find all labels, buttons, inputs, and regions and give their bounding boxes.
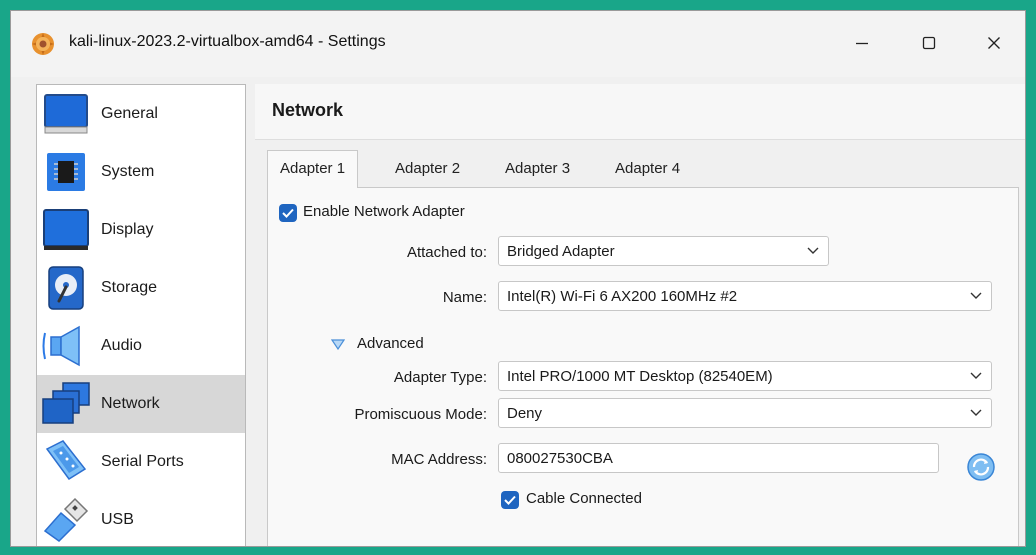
generate-mac-button[interactable] (966, 452, 996, 482)
cable-connected-checkbox[interactable] (501, 491, 519, 509)
general-icon (44, 94, 88, 134)
serial-port-icon (45, 440, 87, 481)
monitor-icon (43, 209, 89, 250)
tab-adapter-4[interactable]: Adapter 4 (603, 154, 692, 186)
close-icon (988, 37, 1000, 49)
virtualbox-app-icon (32, 33, 54, 55)
sidebar-item-label: Display (101, 221, 154, 238)
sidebar-item-storage[interactable]: Storage (37, 259, 245, 317)
chevron-down-icon (970, 372, 982, 379)
name-label: Name: (442, 289, 487, 306)
page-header: Network (255, 84, 1025, 140)
advanced-toggle[interactable]: Advanced (331, 333, 441, 357)
maximize-icon (922, 36, 936, 50)
sidebar-item-system[interactable]: System (37, 143, 245, 201)
sidebar-item-label: Audio (101, 337, 142, 354)
sidebar-item-label: Network (101, 395, 160, 412)
adapter-type-select[interactable]: Intel PRO/1000 MT Desktop (82540EM) (498, 361, 992, 391)
speaker-icon (42, 325, 80, 367)
checkmark-icon (504, 495, 516, 505)
promiscuous-mode-select[interactable]: Deny (498, 398, 992, 428)
adapter-name-select[interactable]: Intel(R) Wi-Fi 6 AX200 160MHz #2 (498, 281, 992, 311)
mac-address-label: MAC Address: (391, 451, 487, 468)
promiscuous-mode-value: Deny (507, 405, 543, 422)
settings-sidebar: General System Display Storage Audio Net… (36, 84, 246, 546)
chevron-down-icon (807, 247, 819, 254)
chevron-down-icon (970, 409, 982, 416)
adapter-type-value: Intel PRO/1000 MT Desktop (82540EM) (507, 368, 773, 385)
sidebar-item-display[interactable]: Display (37, 201, 245, 259)
close-button[interactable] (966, 21, 1022, 65)
chevron-down-icon (970, 292, 982, 299)
mac-address-value: 080027530CBA (507, 450, 613, 467)
minimize-button[interactable] (834, 21, 890, 65)
usb-icon (43, 497, 89, 542)
sidebar-item-label: Storage (101, 279, 158, 296)
maximize-button[interactable] (901, 21, 957, 65)
page-title: Network (272, 100, 344, 120)
attached-to-value: Bridged Adapter (507, 243, 615, 260)
sidebar-item-label: General (101, 105, 158, 122)
chip-icon (47, 153, 85, 191)
attached-to-select[interactable]: Bridged Adapter (498, 236, 829, 266)
tab-adapter-1[interactable]: Adapter 1 (267, 150, 359, 188)
sidebar-item-serial-ports[interactable]: Serial Ports (37, 433, 245, 491)
sidebar-item-label: USB (101, 511, 134, 528)
window-title: kali-linux-2023.2-virtualbox-amd64 - Set… (69, 33, 386, 50)
sidebar-item-label: Serial Ports (101, 453, 184, 470)
adapter-name-value: Intel(R) Wi-Fi 6 AX200 160MHz #2 (507, 288, 738, 305)
promiscuous-mode-label: Promiscuous Mode: (354, 406, 487, 423)
enable-network-adapter-checkbox[interactable] (279, 204, 297, 222)
sidebar-item-label: System (101, 163, 155, 180)
sidebar-item-general[interactable]: General (37, 85, 245, 143)
advanced-label: Advanced (357, 335, 424, 352)
expand-triangle-icon (331, 339, 345, 350)
adapter-tabbar: Adapter 1 Adapter 2 Adapter 3 Adapter 4 (255, 148, 1025, 188)
refresh-icon (967, 453, 995, 481)
network-icon (42, 382, 90, 424)
mac-address-field[interactable]: 080027530CBA (498, 443, 939, 473)
adapter-type-label: Adapter Type: (393, 369, 487, 386)
tab-adapter-2[interactable]: Adapter 2 (383, 154, 472, 186)
sidebar-item-usb[interactable]: USB (37, 491, 245, 546)
checkmark-icon (282, 208, 294, 218)
storage-disk-icon (48, 266, 84, 310)
attached-to-label: Attached to: (406, 244, 487, 261)
title-bar[interactable]: kali-linux-2023.2-virtualbox-amd64 - Set… (11, 11, 1025, 77)
settings-window: kali-linux-2023.2-virtualbox-amd64 - Set… (10, 10, 1026, 547)
sidebar-item-audio[interactable]: Audio (37, 317, 245, 375)
tab-adapter-3[interactable]: Adapter 3 (493, 154, 582, 186)
cable-connected-label: Cable Connected (526, 490, 642, 507)
minimize-icon (856, 42, 868, 45)
enable-network-adapter-label: Enable Network Adapter (303, 203, 465, 220)
sidebar-item-network[interactable]: Network (37, 375, 245, 433)
